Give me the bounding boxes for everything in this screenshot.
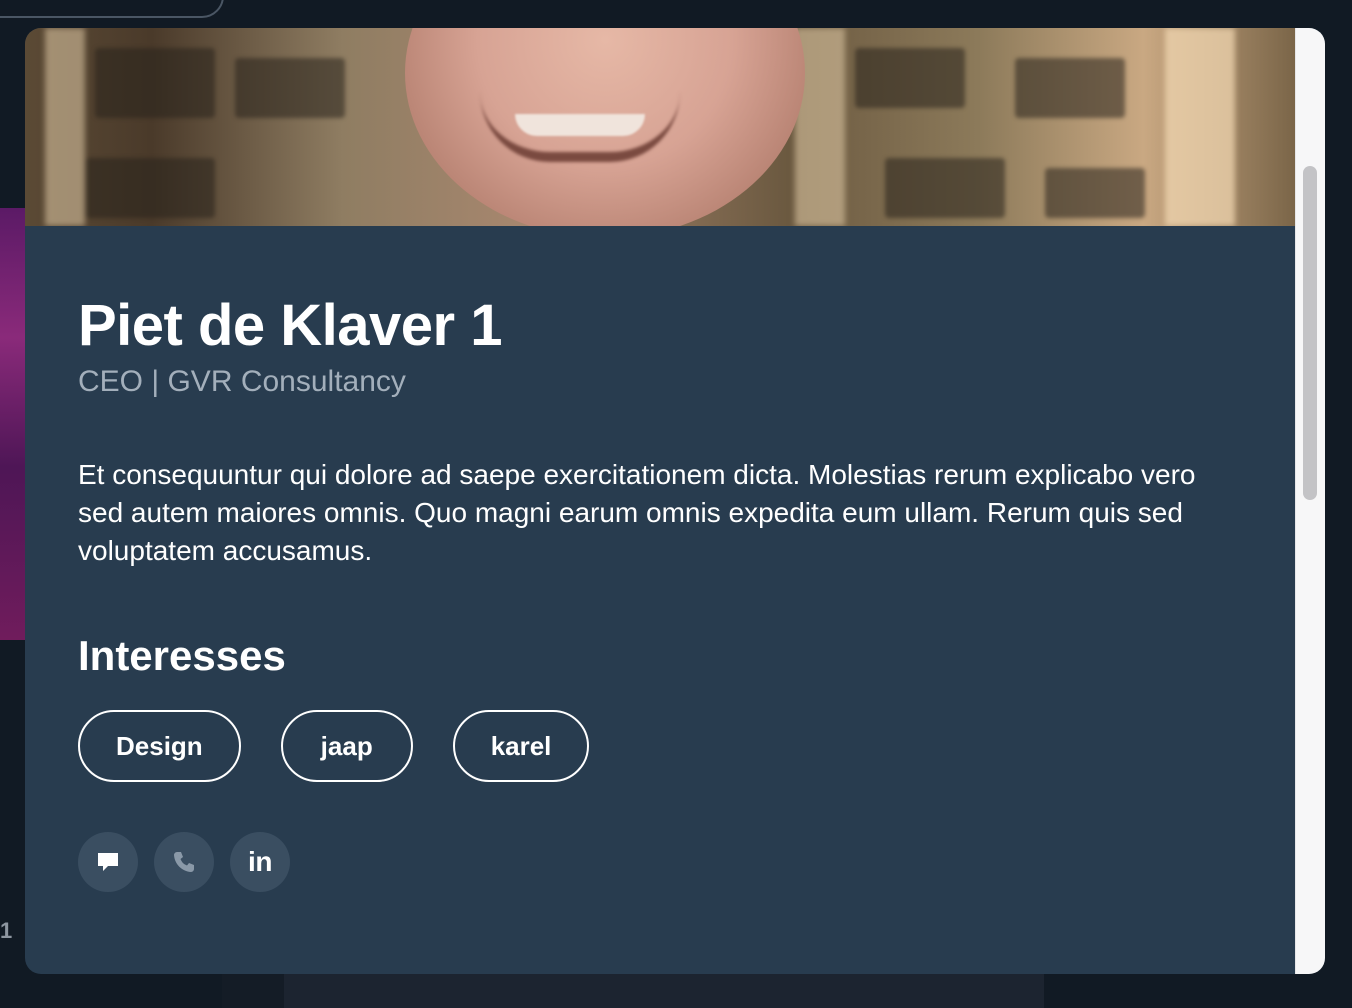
background-card-number: 1 xyxy=(0,918,13,943)
interests-tags: Design jaap karel xyxy=(78,710,1258,782)
profile-bio: Et consequuntur qui dolore ad saepe exer… xyxy=(78,459,1196,566)
linkedin-button[interactable]: in xyxy=(230,832,290,892)
profile-name: Piet de Klaver 1 xyxy=(78,293,503,358)
modal-scrollbar[interactable] xyxy=(1295,28,1325,974)
background-card-image xyxy=(0,208,26,640)
scrollbar-thumb[interactable] xyxy=(1303,166,1317,500)
message-button[interactable] xyxy=(78,832,138,892)
phone-button[interactable] xyxy=(154,832,214,892)
interest-tag[interactable]: Design xyxy=(78,710,241,782)
background-bottom-bar xyxy=(222,972,1044,1008)
interests-title: Interesses xyxy=(78,632,286,679)
interest-tag[interactable]: karel xyxy=(452,710,590,782)
interest-tag[interactable]: jaap xyxy=(280,710,413,782)
linkedin-icon: in xyxy=(248,846,272,877)
profile-content: Piet de Klaver 1 CEO | GVR Consultancy E… xyxy=(78,226,1258,892)
contact-actions: in xyxy=(78,832,1258,892)
background-pill-button xyxy=(0,0,224,18)
profile-photo xyxy=(25,28,1296,226)
phone-icon xyxy=(174,852,194,872)
profile-subtitle: CEO | GVR Consultancy xyxy=(78,365,406,398)
profile-modal: Piet de Klaver 1 CEO | GVR Consultancy E… xyxy=(25,28,1325,974)
chat-icon xyxy=(98,853,118,871)
